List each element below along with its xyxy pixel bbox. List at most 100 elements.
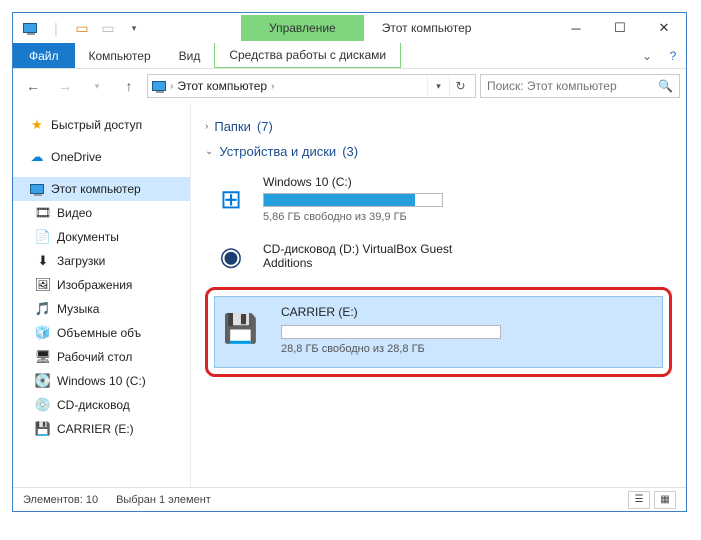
status-bar: Элементов: 10 Выбран 1 элемент ☰ ▦ [13, 487, 686, 511]
group-label: Папки [214, 119, 251, 134]
desktop-icon: 🖥 [35, 349, 51, 365]
tree-item-drive-e[interactable]: 💾 CARRIER (E:) [13, 417, 190, 441]
tab-view[interactable]: Вид [165, 43, 215, 68]
pc-breadcrumb-icon [152, 81, 166, 91]
search-input[interactable] [487, 79, 652, 93]
pc-icon [29, 181, 45, 197]
drive-item-c[interactable]: ⊞ Windows 10 (C:) 5,86 ГБ свободно из 39… [205, 169, 672, 233]
recent-dropdown-icon[interactable]: ▾ [83, 73, 111, 99]
address-bar[interactable]: › Этот компьютер › ▾ ↻ [147, 74, 476, 98]
close-button[interactable]: ✕ [642, 14, 686, 42]
minimize-button[interactable]: ─ [554, 14, 598, 42]
group-header-devices[interactable]: ⌄ Устройства и диски (3) [205, 144, 672, 159]
drive-item-d[interactable]: ◉ CD-дисковод (D:) VirtualBox Guest Addi… [205, 233, 672, 283]
document-icon: 📄 [35, 229, 51, 245]
tree-item-3dobjects[interactable]: 🧊Объемные объ [13, 321, 190, 345]
removable-drive-icon: 💾 [223, 312, 267, 348]
status-selected-count: Выбран 1 элемент [116, 494, 211, 506]
tree-item-videos[interactable]: 🎞 Видео [13, 201, 190, 225]
tiles-view-button[interactable]: ▦ [654, 491, 676, 509]
tree-item-music[interactable]: 🎵 Музыка [13, 297, 190, 321]
tree-label: Загрузки [57, 254, 105, 268]
navigation-tree[interactable]: ★ Быстрый доступ ☁ OneDrive Этот компьют… [13, 103, 191, 487]
maximize-button[interactable]: ☐ [598, 14, 642, 42]
removable-drive-icon: 💾 [35, 421, 51, 437]
chevron-right-icon[interactable]: › [271, 81, 274, 92]
forward-button[interactable]: → [51, 73, 79, 99]
drive-item-e[interactable]: 💾 CARRIER (E:) 28,8 ГБ свободно из 28,8 … [214, 296, 663, 368]
tree-item-cd-drive[interactable]: 💿 CD-дисковод [13, 393, 190, 417]
search-icon: 🔍 [658, 79, 673, 93]
quick-access-toolbar: | ▭ ▭ ▾ [13, 17, 151, 39]
explorer-window: | ▭ ▭ ▾ Управление Этот компьютер ─ ☐ ✕ … [12, 12, 687, 512]
drive-name: Windows 10 (C:) [263, 175, 443, 189]
tree-label: OneDrive [51, 150, 102, 164]
tree-item-desktop[interactable]: 🖥 Рабочий стол [13, 345, 190, 369]
tree-label: Быстрый доступ [51, 118, 142, 132]
tree-label: Музыка [57, 302, 99, 316]
tree-label: Рабочий стол [57, 350, 132, 364]
up-button[interactable]: ↑ [115, 73, 143, 99]
capacity-bar [263, 193, 443, 207]
drive-name: CD-дисковод (D:) VirtualBox Guest Additi… [263, 242, 493, 270]
tree-onedrive[interactable]: ☁ OneDrive [13, 145, 190, 169]
tree-item-documents[interactable]: 📄Документы [13, 225, 190, 249]
status-item-count: Элементов: 10 [23, 494, 98, 506]
drive-name: CARRIER (E:) [281, 305, 501, 319]
ribbon-expand-icon[interactable]: ⌄ [634, 43, 660, 68]
video-icon: 🎞 [35, 205, 51, 221]
tab-drive-tools[interactable]: Средства работы с дисками [214, 43, 401, 68]
chevron-right-icon: › [205, 121, 208, 132]
ribbon-context-tab[interactable]: Управление [241, 15, 364, 41]
window-title: Этот компьютер [382, 21, 554, 35]
chevron-right-icon[interactable]: › [170, 81, 173, 92]
tree-label: Объемные объ [57, 326, 141, 340]
tree-item-pictures[interactable]: 🖼 Изображения [13, 273, 190, 297]
view-switcher: ☰ ▦ [628, 491, 676, 509]
properties-icon[interactable]: ▭ [71, 17, 93, 39]
content-pane[interactable]: › Папки (7) ⌄ Устройства и диски (3) ⊞ W… [191, 103, 686, 487]
help-icon[interactable]: ? [660, 43, 686, 68]
back-button[interactable]: ← [19, 73, 47, 99]
tree-quick-access[interactable]: ★ Быстрый доступ [13, 113, 190, 137]
tree-this-pc[interactable]: Этот компьютер [13, 177, 190, 201]
history-dropdown-icon[interactable]: ▾ [427, 75, 449, 97]
picture-icon: 🖼 [35, 277, 51, 293]
drive-free-text: 5,86 ГБ свободно из 39,9 ГБ [263, 211, 443, 223]
titlebar: | ▭ ▭ ▾ Управление Этот компьютер ─ ☐ ✕ [13, 13, 686, 43]
music-icon: 🎵 [35, 301, 51, 317]
virtualbox-cd-icon: ◉ [211, 239, 251, 273]
cloud-icon: ☁ [29, 149, 45, 165]
group-label: Устройства и диски [219, 144, 336, 159]
search-box[interactable]: 🔍 [480, 74, 680, 98]
group-header-folders[interactable]: › Папки (7) [205, 119, 672, 134]
details-view-button[interactable]: ☰ [628, 491, 650, 509]
drive-icon: 💽 [35, 373, 51, 389]
tab-computer[interactable]: Компьютер [75, 43, 165, 68]
tree-label: CD-дисковод [57, 398, 130, 412]
qat-item-icon[interactable]: ▭ [97, 17, 119, 39]
tree-item-downloads[interactable]: ⬇ Загрузки [13, 249, 190, 273]
tree-label: Изображения [57, 278, 132, 292]
tree-item-drive-c[interactable]: 💽 Windows 10 (C:) [13, 369, 190, 393]
download-icon: ⬇ [35, 253, 51, 269]
address-tools: ▾ ↻ [427, 75, 471, 97]
qat-dropdown-icon[interactable]: ▾ [123, 17, 145, 39]
ribbon-tabs: Файл Компьютер Вид Средства работы с дис… [13, 43, 686, 69]
star-icon: ★ [29, 117, 45, 133]
drive-free-text: 28,8 ГБ свободно из 28,8 ГБ [281, 343, 501, 355]
group-count: (3) [342, 144, 358, 159]
tree-label: Видео [57, 206, 92, 220]
cd-icon: 💿 [35, 397, 51, 413]
explorer-body: ★ Быстрый доступ ☁ OneDrive Этот компьют… [13, 103, 686, 487]
tree-label: Этот компьютер [51, 182, 141, 196]
tree-label: Windows 10 (C:) [57, 374, 146, 388]
tree-label: CARRIER (E:) [57, 422, 134, 436]
breadcrumb-segment[interactable]: Этот компьютер [177, 79, 267, 93]
refresh-icon[interactable]: ↻ [449, 75, 471, 97]
file-tab[interactable]: Файл [13, 43, 75, 68]
windows-drive-icon: ⊞ [211, 182, 251, 216]
pc-icon [19, 17, 41, 39]
highlighted-drive-frame: 💾 CARRIER (E:) 28,8 ГБ свободно из 28,8 … [205, 287, 672, 377]
qat-separator: | [45, 17, 67, 39]
